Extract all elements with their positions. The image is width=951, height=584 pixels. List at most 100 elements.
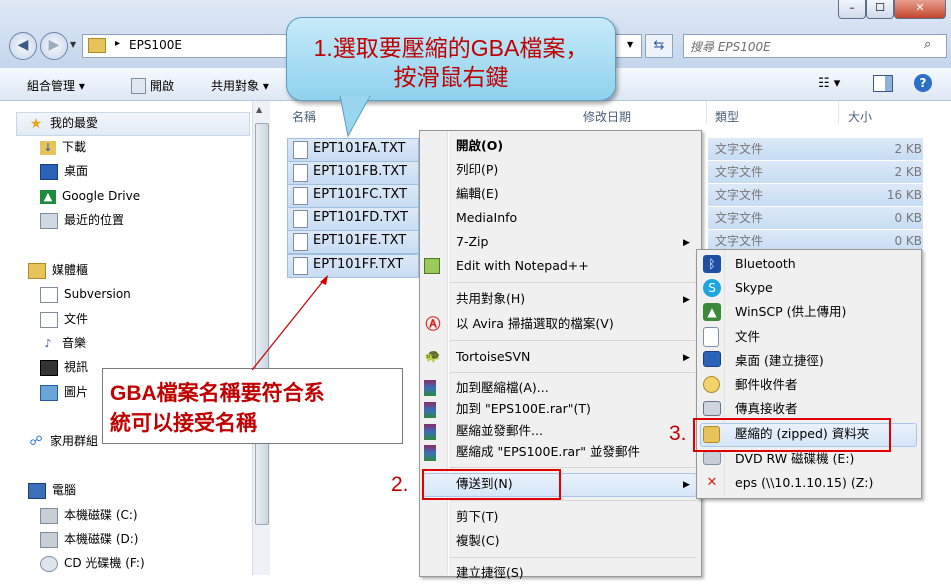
minimize-button[interactable]: – bbox=[838, 0, 866, 19]
desktop-icon bbox=[703, 351, 721, 367]
nav-documents[interactable]: 文件 bbox=[40, 309, 88, 329]
column-divider[interactable] bbox=[706, 101, 707, 123]
menu-mediainfo[interactable]: MediaInfo bbox=[456, 207, 517, 229]
desktop-icon bbox=[40, 163, 58, 180]
nav-subversion[interactable]: Subversion bbox=[40, 284, 131, 304]
sendto-mail-recipient[interactable]: 郵件收件者 bbox=[735, 374, 798, 396]
nav-homegroup[interactable]: ☍ 家用群組 bbox=[28, 431, 98, 451]
column-name[interactable]: 名稱 bbox=[292, 108, 316, 125]
submenu-arrow-icon: ▶ bbox=[683, 238, 690, 248]
breadcrumb-separator-icon[interactable]: ▸ bbox=[115, 38, 120, 49]
video-icon bbox=[40, 359, 58, 376]
open-button[interactable]: 開啟 bbox=[150, 77, 174, 94]
folder-icon bbox=[88, 38, 106, 53]
file-size: 2 KB bbox=[894, 165, 922, 179]
menu-copy[interactable]: 複製(C) bbox=[456, 530, 499, 552]
file-name[interactable]: EPT101FE.TXT bbox=[313, 230, 406, 252]
documents-icon bbox=[703, 327, 719, 347]
search-icon[interactable]: ⌕ bbox=[924, 37, 931, 52]
nav-computer[interactable]: 電腦 bbox=[28, 480, 76, 500]
recent-pages-icon[interactable]: ▼ bbox=[70, 40, 76, 49]
file-size: 0 KB bbox=[894, 211, 922, 225]
step-3-label: 3. bbox=[669, 422, 687, 445]
sendto-bluetooth[interactable]: Bluetooth bbox=[735, 253, 796, 275]
maximize-button[interactable]: ☐ bbox=[866, 0, 894, 19]
menu-edit[interactable]: 編輯(E) bbox=[456, 183, 499, 205]
nav-videos[interactable]: 視訊 bbox=[40, 357, 88, 377]
column-divider[interactable] bbox=[838, 101, 839, 123]
nav-libraries[interactable]: 媒體櫃 bbox=[28, 260, 88, 280]
nav-drive-c[interactable]: 本機磁碟 (C:) bbox=[40, 505, 138, 525]
nav-pictures[interactable]: 圖片 bbox=[40, 382, 88, 402]
preview-pane-icon[interactable] bbox=[873, 75, 893, 92]
file-name[interactable]: EPT101FB.TXT bbox=[313, 161, 407, 183]
menu-separator bbox=[450, 467, 696, 468]
nav-drive-d[interactable]: 本機磁碟 (D:) bbox=[40, 529, 138, 549]
menu-gutter bbox=[447, 131, 449, 575]
step-2-label: 2. bbox=[391, 473, 409, 496]
drive-c-icon bbox=[40, 507, 58, 524]
instruction-bubble: 1.選取要壓縮的GBA檔案， 按滑鼠右鍵 bbox=[286, 17, 616, 101]
file-name[interactable]: EPT101FD.TXT bbox=[313, 207, 408, 229]
nav-desktop[interactable]: 桌面 bbox=[40, 161, 88, 181]
text-file-icon bbox=[293, 210, 308, 228]
menu-add-rar[interactable]: 加到 "EPS100E.rar"(T) bbox=[456, 398, 591, 420]
bubble-line-2: 按滑鼠右鍵 bbox=[393, 64, 509, 90]
network-drive-icon: ✕ bbox=[706, 475, 718, 490]
menu-create-shortcut[interactable]: 建立捷徑(S) bbox=[456, 562, 524, 584]
column-modified[interactable]: 修改日期 bbox=[583, 108, 631, 125]
sendto-skype[interactable]: Skype bbox=[735, 277, 773, 299]
file-type: 文字文件 bbox=[715, 165, 764, 179]
file-size: 16 KB bbox=[886, 188, 922, 202]
back-button[interactable]: ◀ bbox=[9, 32, 37, 60]
menu-open[interactable]: 開啟(O) bbox=[456, 135, 503, 157]
bubble-tail bbox=[339, 96, 371, 138]
menu-7zip[interactable]: 7-Zip bbox=[456, 231, 488, 253]
file-name[interactable]: EPT101FC.TXT bbox=[313, 184, 407, 206]
menu-avira[interactable]: 以 Avira 掃描選取的檔案(V) bbox=[456, 313, 614, 335]
forward-button[interactable]: ▶ bbox=[40, 32, 68, 60]
breadcrumb-folder[interactable]: EPS100E bbox=[129, 38, 182, 52]
nav-drive-f[interactable]: CD 光碟機 (F:) bbox=[40, 553, 145, 573]
zip-folder-highlight-box bbox=[693, 418, 891, 452]
sendto-winscp[interactable]: WinSCP (供上傳用) bbox=[735, 301, 846, 323]
view-options-icon[interactable]: ☷ ▾ bbox=[818, 76, 840, 91]
sendto-network-drive[interactable]: eps (\\10.1.10.15) (Z:) bbox=[735, 472, 873, 494]
column-size[interactable]: 大小 bbox=[848, 108, 872, 125]
bubble-line-1: 1.選取要壓縮的GBA檔案， bbox=[313, 35, 589, 61]
organize-button[interactable]: 組合管理 ▾ bbox=[27, 77, 85, 94]
nav-label: 圖片 bbox=[64, 385, 89, 399]
menu-compress-email[interactable]: 壓縮並發郵件... bbox=[456, 420, 543, 442]
nav-recent-places[interactable]: 最近的位置 bbox=[40, 210, 124, 230]
nav-downloads[interactable]: ↓ 下載 bbox=[40, 137, 86, 157]
share-button[interactable]: 共用對象 ▾ bbox=[211, 77, 269, 94]
computer-label: 電腦 bbox=[52, 483, 77, 497]
sendto-desktop-shortcut[interactable]: 桌面 (建立捷徑) bbox=[735, 350, 824, 372]
text-file-icon bbox=[293, 164, 308, 182]
menu-notepadpp[interactable]: Edit with Notepad++ bbox=[456, 255, 589, 277]
menu-compress-rar-email[interactable]: 壓縮成 "EPS100E.rar" 並發郵件 bbox=[456, 441, 640, 463]
menu-tortoisesvn[interactable]: TortoiseSVN bbox=[456, 346, 530, 368]
search-input[interactable]: 搜尋 EPS100E ⌕ bbox=[683, 34, 947, 58]
menu-add-archive[interactable]: 加到壓縮檔(A)... bbox=[456, 377, 549, 399]
menu-share[interactable]: 共用對象(H) bbox=[456, 288, 525, 310]
sendto-documents[interactable]: 文件 bbox=[735, 326, 760, 348]
nav-music[interactable]: ♪ 音樂 bbox=[40, 333, 86, 353]
sendto-fax-recipient[interactable]: 傳真接收者 bbox=[735, 398, 798, 420]
file-type: 文字文件 bbox=[715, 211, 764, 225]
scroll-up-icon[interactable]: ▲ bbox=[256, 105, 262, 114]
help-icon[interactable]: ? bbox=[914, 74, 932, 92]
nav-favorites[interactable]: ★ 我的最愛 bbox=[28, 113, 98, 133]
computer-icon bbox=[28, 482, 46, 499]
close-button[interactable]: ✕ bbox=[894, 0, 946, 19]
refresh-button[interactable]: ⇆ bbox=[645, 34, 673, 58]
menu-print[interactable]: 列印(P) bbox=[456, 159, 498, 181]
menu-cut[interactable]: 剪下(T) bbox=[456, 506, 498, 528]
nav-google-drive[interactable]: ▲ Google Drive bbox=[40, 186, 140, 206]
dvd-drive-icon bbox=[703, 451, 721, 465]
file-name[interactable]: EPT101FA.TXT bbox=[313, 138, 405, 160]
menu-separator bbox=[450, 282, 696, 283]
note-arrow bbox=[251, 275, 328, 371]
address-dropdown-icon[interactable]: ▼ bbox=[627, 40, 633, 49]
column-type[interactable]: 類型 bbox=[715, 108, 739, 125]
